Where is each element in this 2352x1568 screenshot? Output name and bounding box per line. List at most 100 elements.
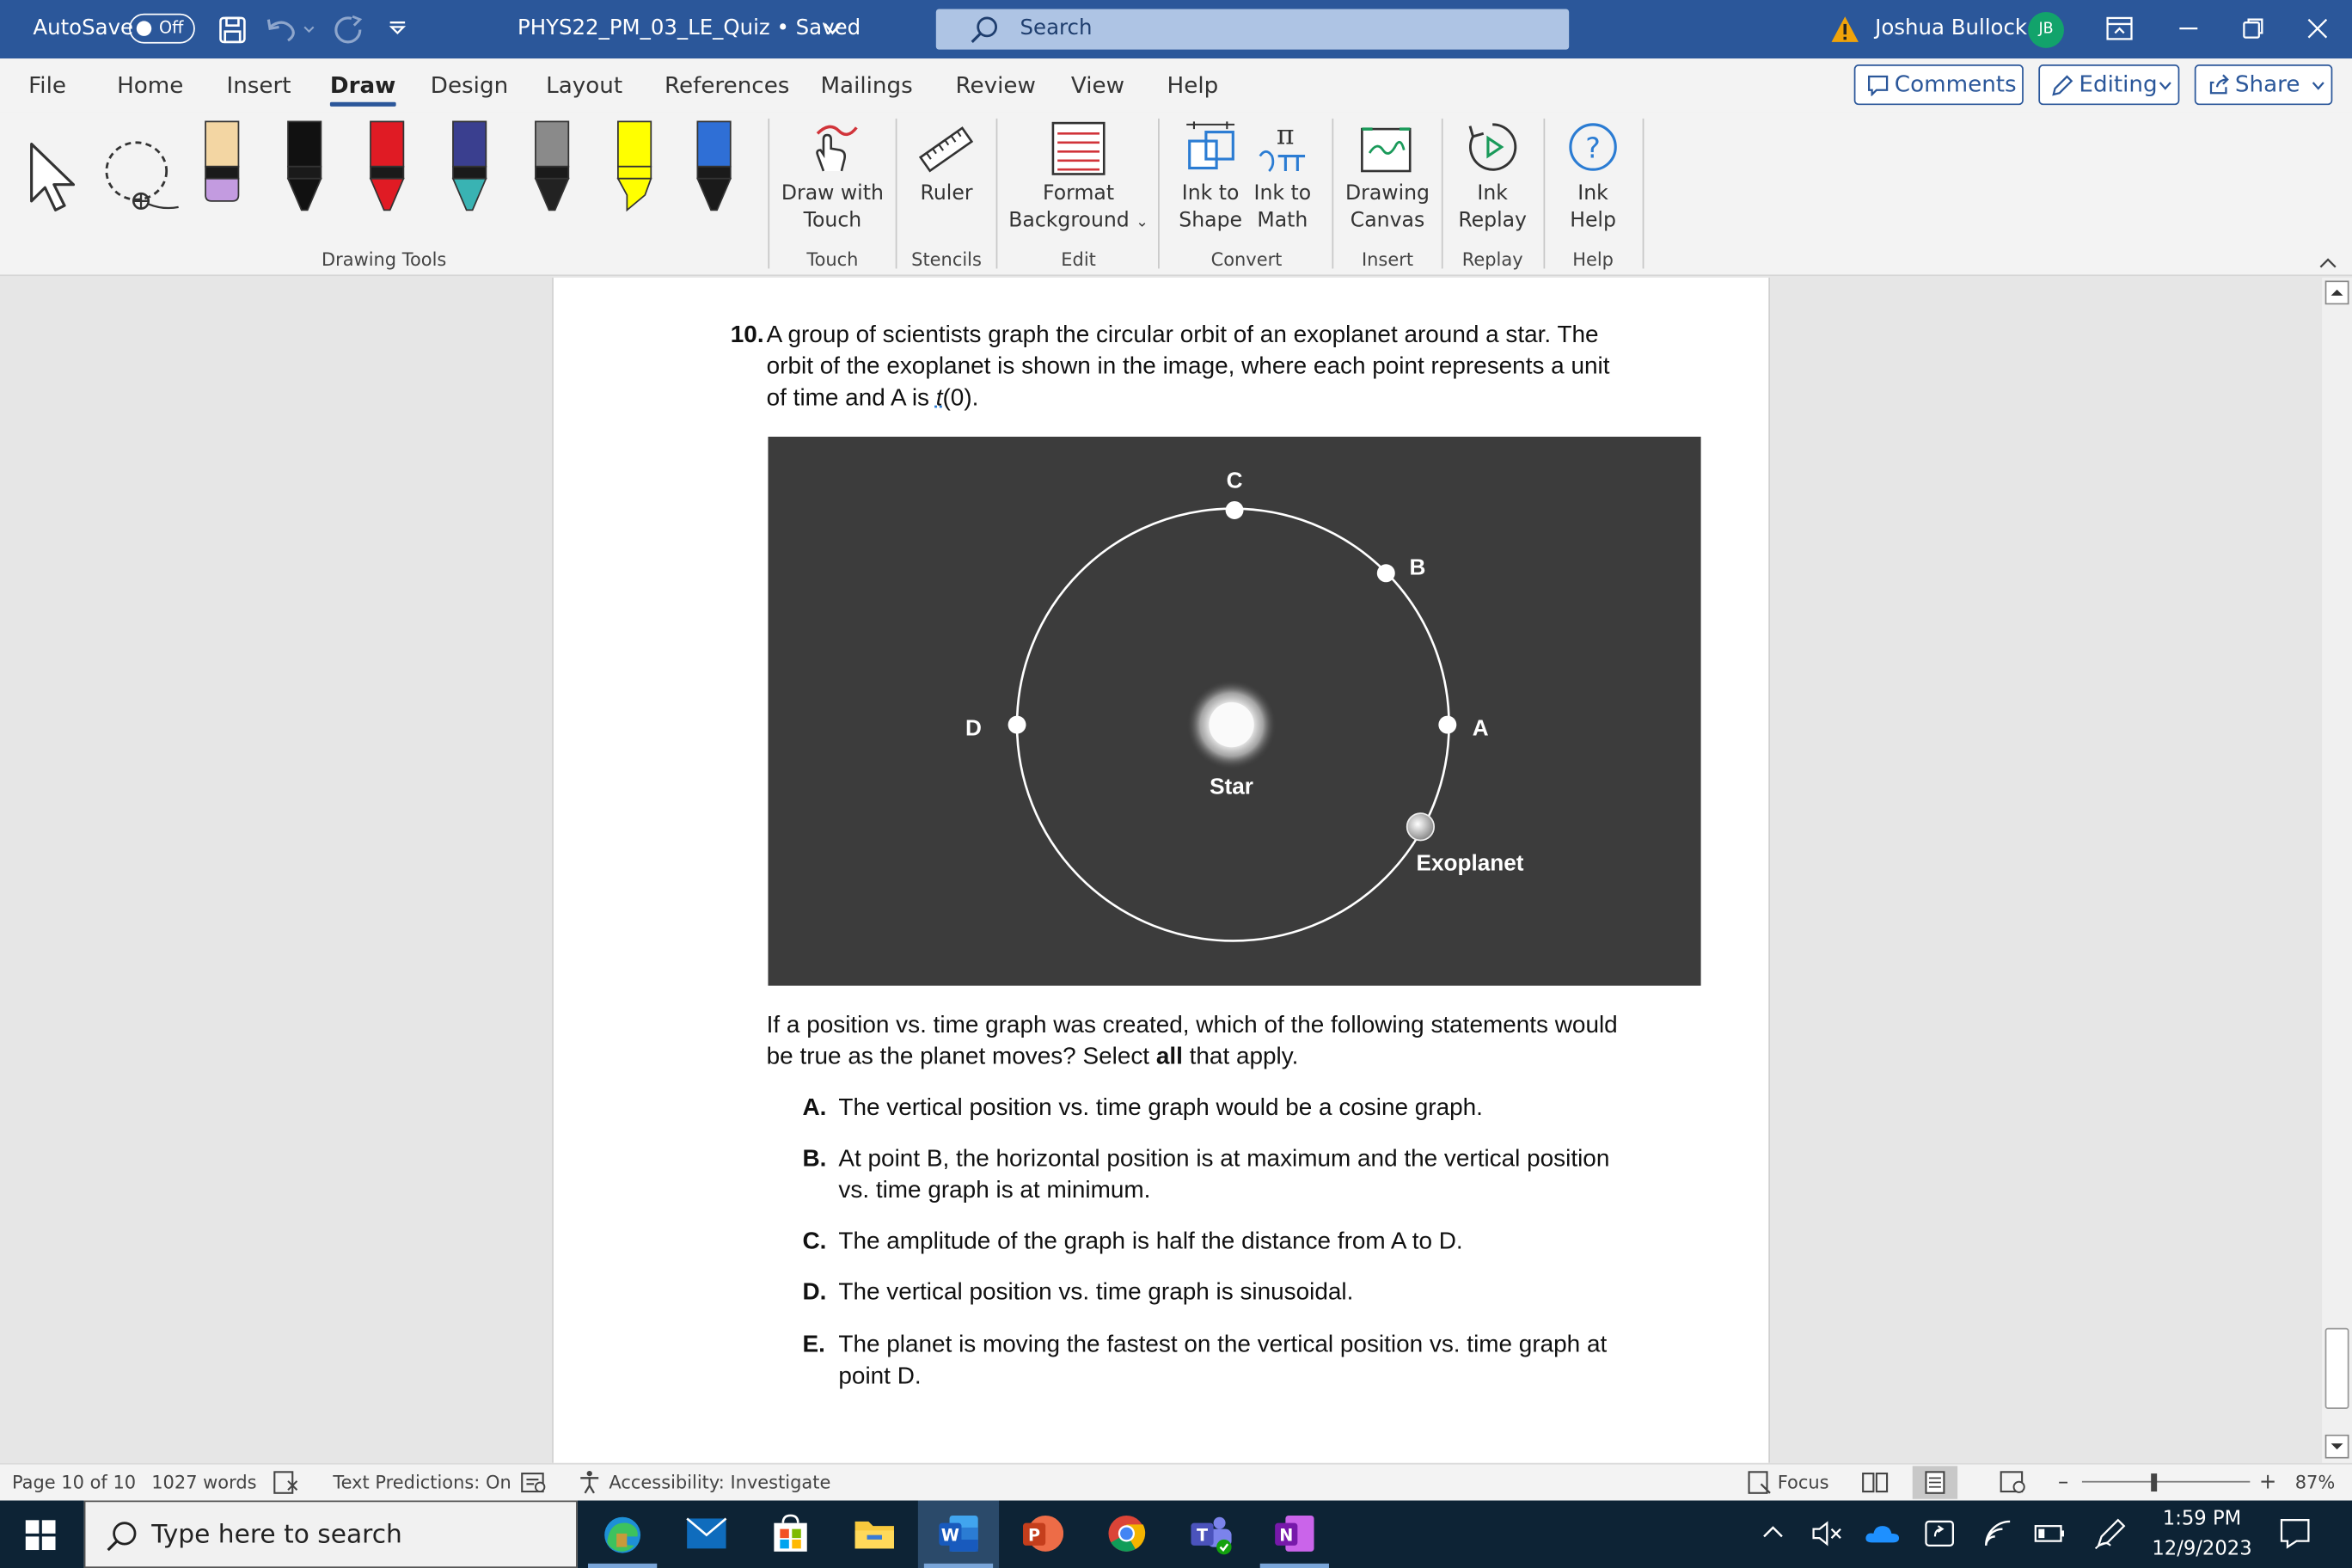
pen-gray-icon[interactable] [532, 120, 571, 217]
macro-icon[interactable] [520, 1471, 547, 1495]
document-title[interactable]: PHYS22_PM_03_LE_Quiz • Saved [518, 0, 861, 58]
tab-file[interactable]: File [28, 58, 66, 113]
taskbar-mail[interactable] [666, 1501, 747, 1568]
accessibility-icon[interactable] [578, 1469, 604, 1496]
tab-references[interactable]: References [665, 58, 789, 113]
close-icon[interactable] [2306, 16, 2330, 40]
document-page[interactable]: 10. A group of scientists graph the circ… [552, 277, 1770, 1463]
volume-muted-icon[interactable] [1812, 1520, 1842, 1547]
taskbar-file-explorer[interactable] [834, 1501, 915, 1568]
taskbar-store[interactable] [750, 1501, 830, 1568]
tab-insert[interactable]: Insert [226, 58, 291, 113]
onedrive-icon[interactable] [1865, 1523, 1901, 1544]
ribbon-display-icon[interactable] [2106, 16, 2133, 40]
focus-button[interactable]: Focus [1778, 1465, 1829, 1501]
text-predictions[interactable]: Text Predictions: On [333, 1465, 511, 1501]
device-icon[interactable] [1925, 1517, 1955, 1550]
taskbar-teams[interactable]: T [1170, 1501, 1251, 1568]
touch-draw-icon[interactable] [805, 121, 860, 175]
zoom-out-button[interactable]: – [2058, 1465, 2068, 1501]
help-icon[interactable]: ? [1566, 120, 1620, 175]
restore-icon[interactable] [2241, 16, 2265, 40]
tab-layout[interactable]: Layout [546, 58, 622, 113]
lasso-select-icon[interactable] [101, 138, 185, 217]
ink-help-button[interactable]: Ink Help [1548, 180, 1638, 234]
word-icon: W [939, 1515, 978, 1552]
system-clock[interactable]: 1:59 PM 12/9/2023 [2148, 1505, 2257, 1565]
taskbar-search[interactable]: Type here to search [83, 1500, 578, 1568]
drawing-canvas-button[interactable]: Drawing Canvas [1337, 180, 1439, 234]
taskbar-powerpoint[interactable]: P [1002, 1501, 1083, 1568]
web-layout-icon[interactable] [2000, 1471, 2026, 1495]
vertical-scrollbar[interactable] [2322, 277, 2352, 1463]
zoom-in-button[interactable]: + [2259, 1465, 2276, 1501]
editing-mode-button[interactable]: Editing [2038, 64, 2180, 106]
zoom-level[interactable]: 87% [2295, 1465, 2336, 1501]
taskbar-onenote[interactable]: N [1254, 1501, 1335, 1568]
taskbar-chrome[interactable] [1086, 1501, 1167, 1568]
format-background-icon[interactable] [1050, 120, 1106, 177]
battery-icon[interactable] [2034, 1523, 2067, 1544]
drawing-canvas-icon[interactable] [1357, 120, 1414, 177]
zoom-slider-thumb[interactable] [2151, 1473, 2158, 1492]
minimize-icon[interactable] [2177, 16, 2201, 40]
customize-toolbar-icon[interactable] [387, 18, 407, 39]
pen-black-icon[interactable] [285, 120, 324, 217]
ink-to-shape-button[interactable]: Ink to Shape [1173, 180, 1248, 234]
taskbar-word[interactable]: W [917, 1500, 1000, 1568]
read-mode-icon[interactable] [1861, 1471, 1889, 1495]
ink-replay-button[interactable]: Ink Replay [1446, 180, 1539, 234]
scroll-thumb[interactable] [2324, 1327, 2349, 1410]
tab-help[interactable]: Help [1167, 58, 1219, 113]
tab-view[interactable]: View [1071, 58, 1124, 113]
scroll-up-icon[interactable] [2324, 280, 2349, 305]
format-background-button[interactable]: Format Background ⌄ [1002, 180, 1155, 236]
tab-design[interactable]: Design [431, 58, 508, 113]
ink-to-math-button[interactable]: Ink to Math [1245, 180, 1320, 234]
page-count[interactable]: Page 10 of 10 [12, 1465, 136, 1501]
taskbar-edge[interactable] [582, 1501, 663, 1568]
tab-home[interactable]: Home [117, 58, 183, 113]
autosave-toggle[interactable]: Off [129, 13, 195, 44]
zoom-slider[interactable] [2081, 1480, 2251, 1483]
pencil-lavender-icon[interactable] [203, 120, 242, 217]
accessibility-status[interactable]: Accessibility: Investigate [609, 1465, 830, 1501]
share-button[interactable]: Share [2194, 64, 2333, 106]
scroll-down-icon[interactable] [2324, 1434, 2349, 1459]
tab-review[interactable]: Review [956, 58, 1036, 113]
collapse-ribbon-icon[interactable] [2319, 256, 2337, 268]
focus-icon[interactable] [1748, 1471, 1772, 1495]
pen-galaxy-icon[interactable] [450, 120, 488, 217]
show-hidden-icons-icon[interactable] [1762, 1524, 1783, 1539]
draw-with-touch-button[interactable]: Draw with Touch [773, 180, 893, 234]
word-count[interactable]: 1027 words [151, 1465, 256, 1501]
undo-icon[interactable] [264, 15, 318, 45]
search-box[interactable]: Search [935, 9, 1570, 50]
ruler-icon[interactable] [918, 123, 975, 177]
title-chevron-icon[interactable] [824, 21, 842, 35]
notifications-icon[interactable] [2279, 1517, 2312, 1550]
comments-button[interactable]: Comments [1853, 64, 2024, 106]
ink-to-shape-icon[interactable] [1182, 120, 1239, 177]
windows-start-icon[interactable] [25, 1520, 56, 1551]
tab-draw[interactable]: Draw [329, 58, 395, 113]
tab-mailings[interactable]: Mailings [820, 58, 912, 113]
print-layout-button[interactable] [1912, 1466, 1958, 1499]
ink-replay-icon[interactable] [1466, 120, 1520, 175]
wifi-icon[interactable] [1983, 1518, 2013, 1548]
document-canvas[interactable]: 10. A group of scientists graph the circ… [0, 277, 2323, 1463]
ruler-button[interactable]: Ruler [900, 180, 993, 206]
select-cursor-icon[interactable] [28, 141, 83, 213]
redo-icon[interactable] [330, 14, 366, 46]
warning-icon[interactable] [1830, 15, 1860, 43]
ink-to-math-icon[interactable]: π [1255, 120, 1309, 177]
avatar[interactable]: JB [2028, 11, 2064, 48]
question-stem: A group of scientists graph the circular… [767, 320, 1697, 414]
proofing-icon[interactable] [273, 1471, 300, 1495]
save-icon[interactable] [217, 15, 248, 45]
pen-workspace-icon[interactable] [2092, 1516, 2128, 1552]
pen-blue-sparkle-icon[interactable] [695, 120, 733, 217]
highlighter-yellow-icon[interactable] [615, 120, 653, 217]
user-name[interactable]: Joshua Bullock [1875, 0, 2027, 58]
pen-red-icon[interactable] [368, 120, 407, 217]
